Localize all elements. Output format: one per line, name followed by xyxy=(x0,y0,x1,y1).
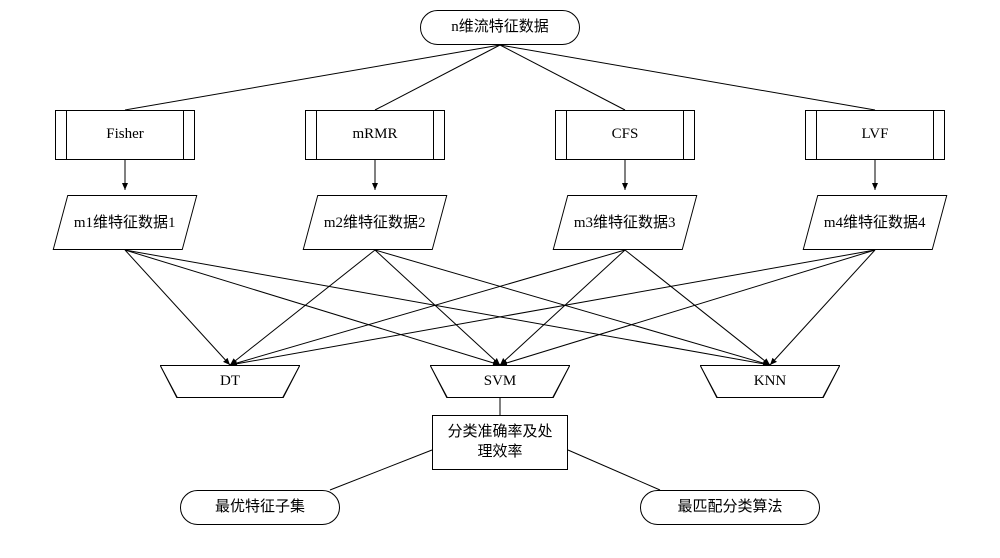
result-box-label: 分类准确率及处理效率 xyxy=(441,423,559,462)
subset-2-label: m2维特征数据2 xyxy=(324,214,426,232)
method-fisher: Fisher xyxy=(55,110,195,160)
method-cfs: CFS xyxy=(555,110,695,160)
method-lvf-label: LVF xyxy=(862,125,889,145)
input-data-label: n维流特征数据 xyxy=(451,18,549,38)
classifier-svm: SVM xyxy=(430,365,570,398)
method-cfs-label: CFS xyxy=(612,125,639,145)
output-best-classifier-label: 最匹配分类算法 xyxy=(677,498,782,518)
classifier-dt-label: DT xyxy=(220,373,240,390)
subset-4: m4维特征数据4 xyxy=(803,195,948,250)
method-fisher-label: Fisher xyxy=(106,125,144,145)
classifier-svm-label: SVM xyxy=(484,373,517,390)
output-best-subset: 最优特征子集 xyxy=(180,490,340,525)
method-mrmr-label: mRMR xyxy=(352,125,397,145)
output-best-subset-label: 最优特征子集 xyxy=(215,498,305,518)
result-box: 分类准确率及处理效率 xyxy=(432,415,568,470)
classifier-knn-label: KNN xyxy=(754,373,787,390)
method-lvf: LVF xyxy=(805,110,945,160)
input-data-node: n维流特征数据 xyxy=(420,10,580,45)
method-mrmr: mRMR xyxy=(305,110,445,160)
classifier-knn: KNN xyxy=(700,365,840,398)
connectors-layer xyxy=(0,0,1000,558)
subset-4-label: m4维特征数据4 xyxy=(824,214,926,232)
output-best-classifier: 最匹配分类算法 xyxy=(640,490,820,525)
subset-3-label: m3维特征数据3 xyxy=(574,214,676,232)
subset-1: m1维特征数据1 xyxy=(53,195,198,250)
classifier-dt: DT xyxy=(160,365,300,398)
subset-3: m3维特征数据3 xyxy=(553,195,698,250)
subset-2: m2维特征数据2 xyxy=(303,195,448,250)
subset-1-label: m1维特征数据1 xyxy=(74,214,176,232)
